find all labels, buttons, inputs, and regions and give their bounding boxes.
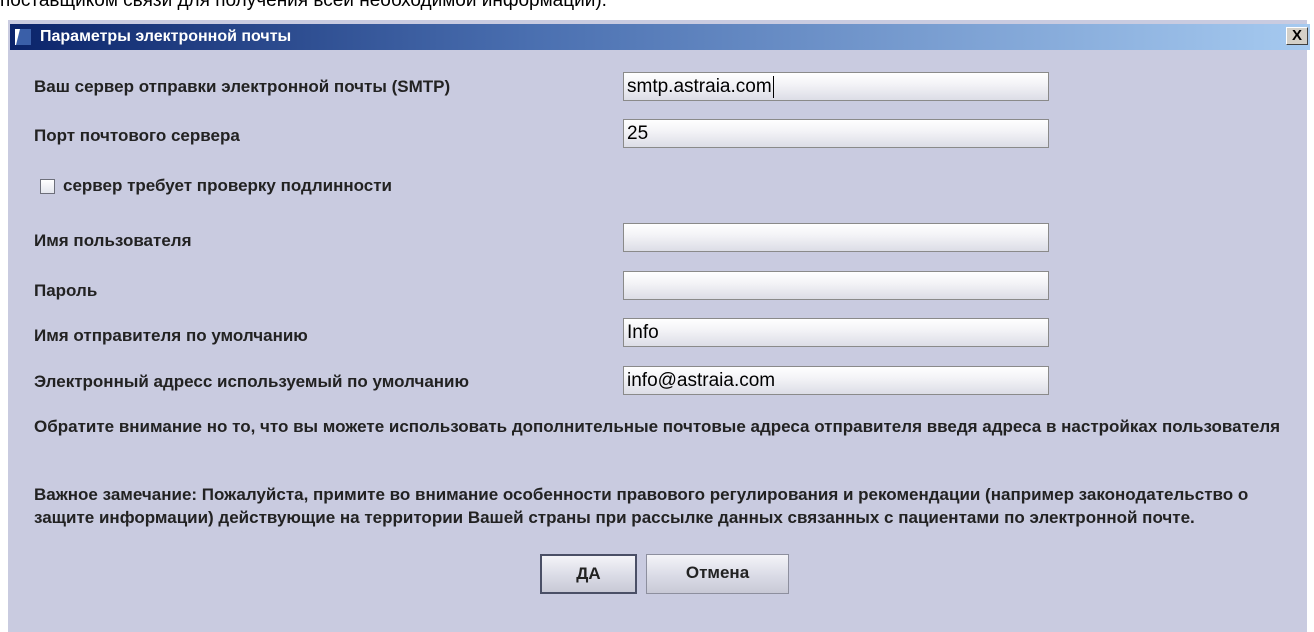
port-label: Порт почтового сервера [34, 126, 240, 145]
default-email-input[interactable]: info@astraia.com [623, 366, 1049, 395]
dialog-title: Параметры электронной почты [40, 28, 292, 45]
email-settings-dialog: Параметры электронной почты X Ваш сервер… [0, 20, 1314, 632]
default-email-label: Электронный адресс используемый по умолч… [34, 372, 470, 391]
auth-checkbox[interactable] [40, 179, 55, 194]
username-input[interactable] [623, 223, 1049, 252]
port-input[interactable]: 25 [623, 119, 1049, 148]
port-value: 25 [627, 123, 649, 144]
sender-name-value: Info [627, 322, 659, 343]
ok-button[interactable]: ДА [540, 554, 637, 594]
legal-notice: Важное замечание: Пожалуйста, примите во… [34, 485, 1249, 527]
default-email-value: info@astraia.com [627, 370, 776, 391]
password-input[interactable] [623, 271, 1049, 300]
close-button[interactable]: X [1286, 27, 1308, 45]
smtp-server-value: smtp.astraia.com [627, 76, 772, 97]
auth-checkbox-label[interactable]: сервер требует проверку подлинности [63, 175, 392, 197]
close-icon: X [1291, 27, 1302, 44]
username-label: Имя пользователя [34, 231, 192, 250]
dialog-left-edge [0, 20, 8, 632]
background-page-text: поставщиком связи для получения всей нео… [0, 0, 607, 11]
password-label: Пароль [34, 281, 98, 300]
dialog-right-edge [1307, 20, 1314, 632]
window-icon [14, 28, 32, 46]
smtp-server-input[interactable]: smtp.astraia.com [623, 72, 1049, 101]
sender-name-label: Имя отправителя по умолчанию [34, 326, 308, 345]
cancel-button[interactable]: Отмена [646, 554, 789, 594]
dialog-titlebar[interactable]: Параметры электронной почты X [10, 24, 1310, 50]
additional-addresses-note: Обратите внимание но то, что вы можете и… [34, 417, 1281, 436]
smtp-server-label: Ваш сервер отправки электронной почты (S… [34, 77, 451, 96]
sender-name-input[interactable]: Info [623, 318, 1049, 347]
text-caret [772, 75, 774, 98]
